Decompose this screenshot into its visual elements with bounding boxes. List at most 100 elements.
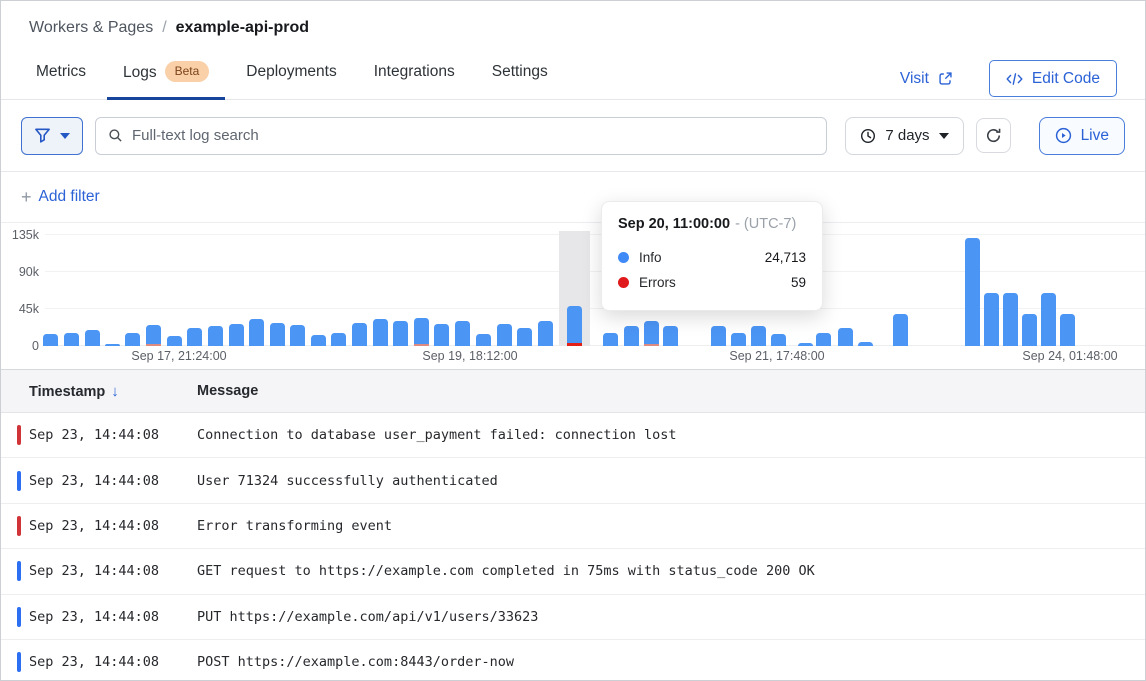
chart-bar[interactable] bbox=[125, 333, 140, 346]
tab-settings[interactable]: Settings bbox=[476, 63, 564, 99]
clock-icon bbox=[860, 128, 876, 144]
log-message: GET request to https://example.com compl… bbox=[197, 563, 1145, 579]
log-level-indicator-error bbox=[17, 425, 21, 445]
refresh-button[interactable] bbox=[976, 118, 1011, 153]
chart-bar[interactable] bbox=[538, 321, 553, 346]
plus-icon: + bbox=[21, 188, 32, 206]
log-message: POST https://example.com:8443/order-now bbox=[197, 654, 1145, 670]
chart-bar[interactable] bbox=[105, 344, 120, 346]
tooltip-errors-value: 59 bbox=[791, 275, 806, 290]
header-actions: Visit Edit Code bbox=[900, 60, 1117, 97]
chart-bar[interactable] bbox=[497, 324, 512, 346]
chart-tooltip: Sep 20, 11:00:00- (UTC-7) Info 24,713 Er… bbox=[601, 201, 823, 311]
chart-bar[interactable] bbox=[1041, 293, 1056, 346]
chart-bar[interactable] bbox=[798, 343, 813, 346]
log-timestamp: Sep 23, 14:44:08 bbox=[1, 563, 197, 579]
tab-metrics[interactable]: Metrics bbox=[20, 63, 102, 99]
workers-logs-page: Workers & Pages/example-api-prod Metrics… bbox=[0, 0, 1146, 681]
tab-label: Metrics bbox=[36, 63, 86, 80]
chart-bar[interactable] bbox=[751, 326, 766, 346]
tooltip-row-errors: Errors 59 bbox=[618, 270, 806, 295]
tooltip-errors-label: Errors bbox=[639, 275, 676, 290]
chart-bar[interactable] bbox=[434, 324, 449, 346]
timestamp-column-header[interactable]: Timestamp↓ bbox=[1, 383, 197, 400]
chart-bar[interactable] bbox=[893, 314, 908, 346]
chart-bar[interactable] bbox=[85, 330, 100, 346]
chart-bar[interactable] bbox=[64, 333, 79, 346]
chart-bar[interactable] bbox=[603, 333, 618, 346]
chart-bar[interactable] bbox=[1022, 314, 1037, 346]
chart-bar[interactable] bbox=[352, 323, 367, 346]
table-row[interactable]: Sep 23, 14:44:08POST https://example.com… bbox=[1, 640, 1145, 681]
chart-bar[interactable] bbox=[644, 321, 659, 346]
breadcrumb: Workers & Pages/example-api-prod bbox=[29, 19, 309, 37]
chevron-down-icon bbox=[60, 133, 70, 139]
tab-integrations[interactable]: Integrations bbox=[358, 63, 471, 99]
chart-bar[interactable] bbox=[43, 334, 58, 346]
add-filter-row: + Add filter bbox=[1, 172, 1145, 223]
chart-bar[interactable] bbox=[984, 293, 999, 346]
log-level-indicator-info bbox=[17, 652, 21, 672]
tab-label: Integrations bbox=[374, 63, 455, 80]
chart-bar[interactable] bbox=[476, 334, 491, 346]
table-row[interactable]: Sep 23, 14:44:08Connection to database u… bbox=[1, 413, 1145, 458]
filter-dropdown-button[interactable] bbox=[21, 117, 83, 155]
log-timestamp: Sep 23, 14:44:08 bbox=[1, 609, 197, 625]
table-row[interactable]: Sep 23, 14:44:08User 71324 successfully … bbox=[1, 458, 1145, 503]
chart-bar[interactable] bbox=[858, 342, 873, 346]
chart-bar[interactable] bbox=[187, 328, 202, 346]
visit-link[interactable]: Visit bbox=[900, 70, 953, 88]
table-row[interactable]: Sep 23, 14:44:08Error transforming event bbox=[1, 504, 1145, 549]
chart-bar[interactable] bbox=[838, 328, 853, 346]
tab-logs[interactable]: LogsBeta bbox=[107, 63, 225, 99]
tab-label: Deployments bbox=[246, 63, 336, 80]
chart-bar[interactable] bbox=[290, 325, 305, 346]
chart-bar[interactable] bbox=[229, 324, 244, 346]
chart-bar[interactable] bbox=[208, 326, 223, 346]
search-input[interactable] bbox=[132, 127, 814, 144]
tab-deployments[interactable]: Deployments bbox=[230, 63, 352, 99]
live-button[interactable]: Live bbox=[1039, 117, 1125, 155]
chart-bar[interactable] bbox=[711, 326, 726, 346]
table-row[interactable]: Sep 23, 14:44:08PUT https://example.com/… bbox=[1, 595, 1145, 640]
chart-plot bbox=[1, 231, 1145, 346]
chart-bar[interactable] bbox=[816, 333, 831, 346]
chart-bar[interactable] bbox=[414, 318, 429, 346]
chart-bar[interactable] bbox=[1003, 293, 1018, 346]
chart-bar[interactable] bbox=[965, 238, 980, 346]
chart-bar[interactable] bbox=[731, 333, 746, 346]
chart-bar[interactable] bbox=[567, 306, 582, 346]
time-range-label: 7 days bbox=[885, 127, 929, 144]
chart-bar[interactable] bbox=[771, 334, 786, 346]
chart-bar[interactable] bbox=[270, 323, 285, 346]
chart-bar[interactable] bbox=[331, 333, 346, 346]
chart-bar[interactable] bbox=[373, 319, 388, 346]
chart-bar[interactable] bbox=[393, 321, 408, 346]
x-axis-tick-label: Sep 21, 17:48:00 bbox=[702, 349, 852, 363]
sort-desc-icon[interactable]: ↓ bbox=[111, 383, 119, 400]
chart-bar[interactable] bbox=[249, 319, 264, 346]
breadcrumb-section[interactable]: Workers & Pages bbox=[29, 19, 153, 36]
time-range-button[interactable]: 7 days bbox=[845, 117, 963, 155]
log-table: Timestamp↓ Message Sep 23, 14:44:08Conne… bbox=[1, 369, 1145, 681]
chart-bar[interactable] bbox=[663, 326, 678, 346]
edit-code-label: Edit Code bbox=[1032, 70, 1100, 88]
page-header: Workers & Pages/example-api-prod Metrics… bbox=[1, 1, 1145, 100]
chart-bar[interactable] bbox=[167, 336, 182, 346]
code-icon bbox=[1006, 72, 1023, 86]
search-icon bbox=[108, 128, 123, 143]
edit-code-button[interactable]: Edit Code bbox=[989, 60, 1117, 97]
chart-bar[interactable] bbox=[517, 328, 532, 346]
chart-bar[interactable] bbox=[624, 326, 639, 346]
table-row[interactable]: Sep 23, 14:44:08GET request to https://e… bbox=[1, 549, 1145, 594]
log-search-box[interactable] bbox=[95, 117, 827, 155]
chart-bar[interactable] bbox=[146, 325, 161, 346]
log-timestamp: Sep 23, 14:44:08 bbox=[1, 518, 197, 534]
beta-badge: Beta bbox=[165, 61, 210, 82]
chart-bar[interactable] bbox=[455, 321, 470, 346]
log-message: Error transforming event bbox=[197, 518, 1145, 534]
add-filter-button[interactable]: + Add filter bbox=[21, 188, 100, 206]
chart-bar[interactable] bbox=[1060, 314, 1075, 346]
tooltip-info-label: Info bbox=[639, 250, 662, 265]
chart-bar[interactable] bbox=[311, 335, 326, 347]
